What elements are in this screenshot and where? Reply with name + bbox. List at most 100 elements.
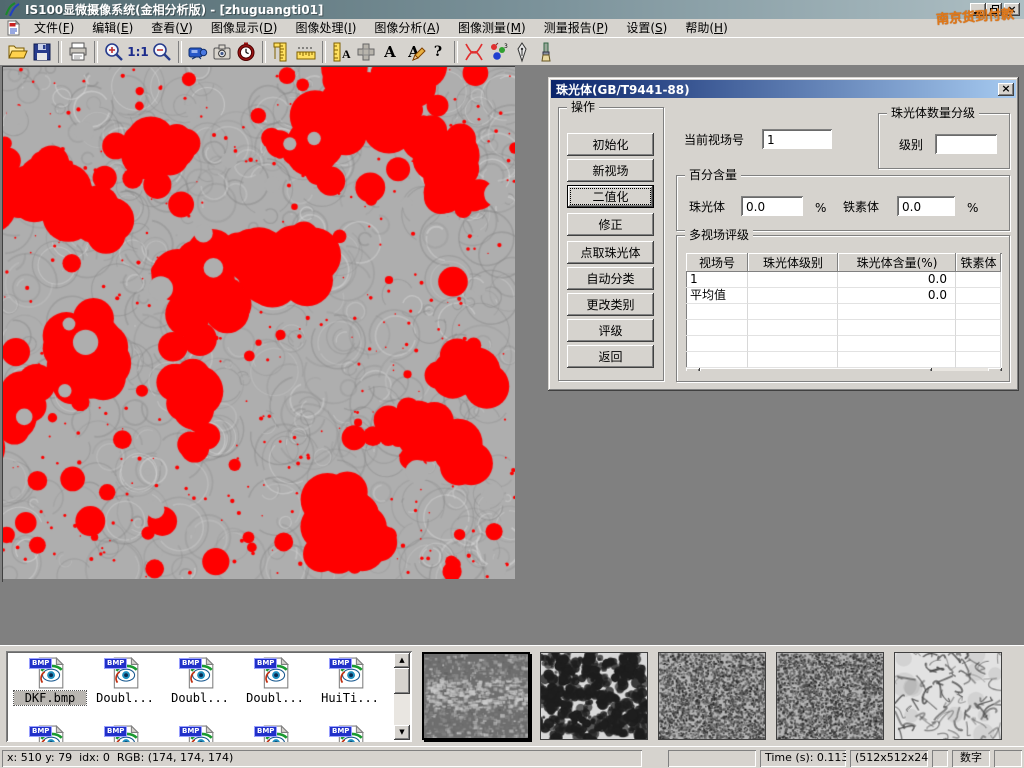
thumbnail-image[interactable] — [894, 652, 1002, 740]
title-bar[interactable]: IS100显微摄像系统(金相分析版) - [zhuguangti01] × — [0, 0, 1024, 19]
menu-image-measure[interactable]: 图像测量(M) — [449, 19, 535, 37]
bmp-file-icon — [111, 678, 139, 692]
file-item[interactable]: BMP Doubl... — [164, 657, 236, 705]
vertical-ruler-button[interactable] — [270, 41, 294, 63]
zoom-out-button[interactable] — [150, 41, 174, 63]
file-list-scrollbar[interactable]: ▲ ▼ — [394, 653, 410, 740]
status-bar: x: 510 y: 79 idx: 0 RGB: (174, 174, 174)… — [0, 746, 1024, 768]
print-button[interactable] — [66, 41, 90, 63]
grade-button[interactable]: 评级 — [567, 319, 654, 342]
bmp-file-icon — [336, 678, 364, 692]
file-name[interactable]: Doubl... — [89, 691, 161, 705]
scroll-left-icon[interactable]: ◄ — [686, 368, 700, 371]
window-title: IS100显微摄像系统(金相分析版) - [zhuguangti01] — [25, 1, 323, 18]
file-item[interactable]: BMP HuiTi... — [314, 657, 386, 705]
brush-button[interactable] — [534, 41, 558, 63]
file-name[interactable]: Doubl... — [164, 691, 236, 705]
return-button[interactable]: 返回 — [567, 345, 654, 368]
file-browser: BMP DKF.bmp BMP Doubl... BMP Doubl... BM… — [6, 651, 412, 742]
table-row[interactable]: 平均值 0.0 — [686, 288, 1002, 304]
pearlite-label: 珠光体 — [689, 200, 725, 214]
menu-file[interactable]: 文件(F) — [25, 19, 83, 37]
status-coordinates: x: 510 y: 79 idx: 0 RGB: (174, 174, 174) — [2, 750, 642, 767]
open-file-button[interactable] — [6, 41, 30, 63]
help-button[interactable]: ? — [426, 41, 450, 63]
actual-size-button[interactable]: 1:1 — [126, 41, 150, 63]
zoom-in-button[interactable] — [102, 41, 126, 63]
col-pearlite-content: 珠光体含量(%) — [838, 253, 956, 272]
file-item[interactable]: BMP — [239, 725, 311, 742]
thumbnail-image[interactable] — [422, 652, 530, 740]
toolbar-separator — [454, 41, 458, 63]
file-name[interactable]: HuiTi... — [314, 691, 386, 705]
file-item[interactable]: BMP Doubl... — [89, 657, 161, 705]
pearlite-percent-input[interactable] — [741, 196, 803, 216]
menu-image-analysis[interactable]: 图像分析(A) — [365, 19, 449, 37]
bmp-file-icon — [36, 678, 64, 692]
binarize-button[interactable]: 二值化 — [567, 185, 654, 208]
timer-button[interactable] — [234, 41, 258, 63]
file-item[interactable]: BMP — [89, 725, 161, 742]
curve-measure-button[interactable] — [462, 41, 486, 63]
scroll-down-icon[interactable]: ▼ — [394, 725, 410, 740]
file-item[interactable]: BMP — [14, 725, 86, 742]
file-name[interactable]: DKF.bmp — [14, 691, 86, 705]
menu-image-display[interactable]: 图像显示(D) — [202, 19, 287, 37]
correct-button[interactable]: 修正 — [567, 213, 654, 236]
percent-group: 百分含量 珠光体 % 铁素体 % — [676, 175, 1010, 231]
thumbnail-image[interactable] — [658, 652, 766, 740]
calibrate-ruler-button[interactable]: A — [330, 41, 354, 63]
file-item[interactable]: BMP — [314, 725, 386, 742]
menu-help[interactable]: 帮助(H) — [676, 19, 736, 37]
pearlite-dialog: 珠光体(GB/T9441-88) × 操作 初始化 新视场 二值化 修正 点取珠… — [548, 77, 1019, 391]
table-row-empty — [686, 320, 1002, 336]
table-row-empty — [686, 304, 1002, 320]
camera-capture-button[interactable] — [210, 41, 234, 63]
init-button[interactable]: 初始化 — [567, 133, 654, 156]
bmp-badge: BMP — [254, 726, 277, 737]
svg-text:A: A — [342, 47, 351, 61]
save-button[interactable] — [30, 41, 54, 63]
menu-settings[interactable]: 设置(S) — [617, 19, 676, 37]
scroll-up-icon[interactable]: ▲ — [394, 653, 410, 668]
current-field-input[interactable] — [762, 129, 832, 149]
bmp-badge: BMP — [179, 658, 202, 669]
thumbnail-image[interactable] — [540, 652, 648, 740]
menu-measure-report[interactable]: 测量报告(P) — [535, 19, 618, 37]
col-ferrite: 铁素体 — [956, 253, 1001, 272]
current-field-label: 当前视场号 — [684, 133, 744, 147]
document-icon[interactable] — [5, 20, 21, 36]
toolbar-separator — [178, 41, 182, 63]
thumbnail-image[interactable] — [776, 652, 884, 740]
menu-view[interactable]: 查看(V) — [142, 19, 202, 37]
scrollbar-thumb[interactable] — [700, 368, 932, 371]
dialog-close-icon[interactable]: × — [998, 83, 1014, 96]
edit-annotation-button[interactable]: A — [402, 41, 426, 63]
new-field-button[interactable]: 新视场 — [567, 159, 654, 182]
col-field-number: 视场号 — [686, 253, 748, 272]
file-item[interactable]: BMP DKF.bmp — [14, 657, 86, 705]
table-h-scrollbar[interactable]: ◄ ► — [686, 368, 1002, 371]
file-name[interactable]: Doubl... — [239, 691, 311, 705]
menu-image-processing[interactable]: 图像处理(I) — [286, 19, 365, 37]
specimen-image[interactable] — [3, 67, 515, 579]
horizontal-ruler-button[interactable] — [294, 41, 318, 63]
dialog-title-bar[interactable]: 珠光体(GB/T9441-88) × — [551, 80, 1016, 98]
file-item[interactable]: BMP — [164, 725, 236, 742]
file-item[interactable]: BMP Doubl... — [239, 657, 311, 705]
pick-pearlite-button[interactable]: 点取珠光体 — [567, 241, 654, 264]
scrollbar-thumb[interactable] — [394, 668, 410, 694]
video-capture-button[interactable] — [186, 41, 210, 63]
count-marks-button[interactable]: 3 — [486, 41, 510, 63]
scroll-right-icon[interactable]: ► — [988, 368, 1002, 371]
change-class-button[interactable]: 更改类别 — [567, 293, 654, 316]
grid-button[interactable] — [354, 41, 378, 63]
text-annotation-button[interactable]: A — [378, 41, 402, 63]
table-row[interactable]: 1 0.0 — [686, 272, 1002, 288]
grade-input[interactable] — [935, 134, 997, 154]
menu-edit[interactable]: 编辑(E) — [83, 19, 142, 37]
pen-button[interactable] — [510, 41, 534, 63]
auto-classify-button[interactable]: 自动分类 — [567, 267, 654, 290]
ferrite-percent-input[interactable] — [897, 196, 955, 216]
multifield-table: 视场号 珠光体级别 珠光体含量(%) 铁素体 1 0.0 平均值 — [686, 253, 1002, 371]
